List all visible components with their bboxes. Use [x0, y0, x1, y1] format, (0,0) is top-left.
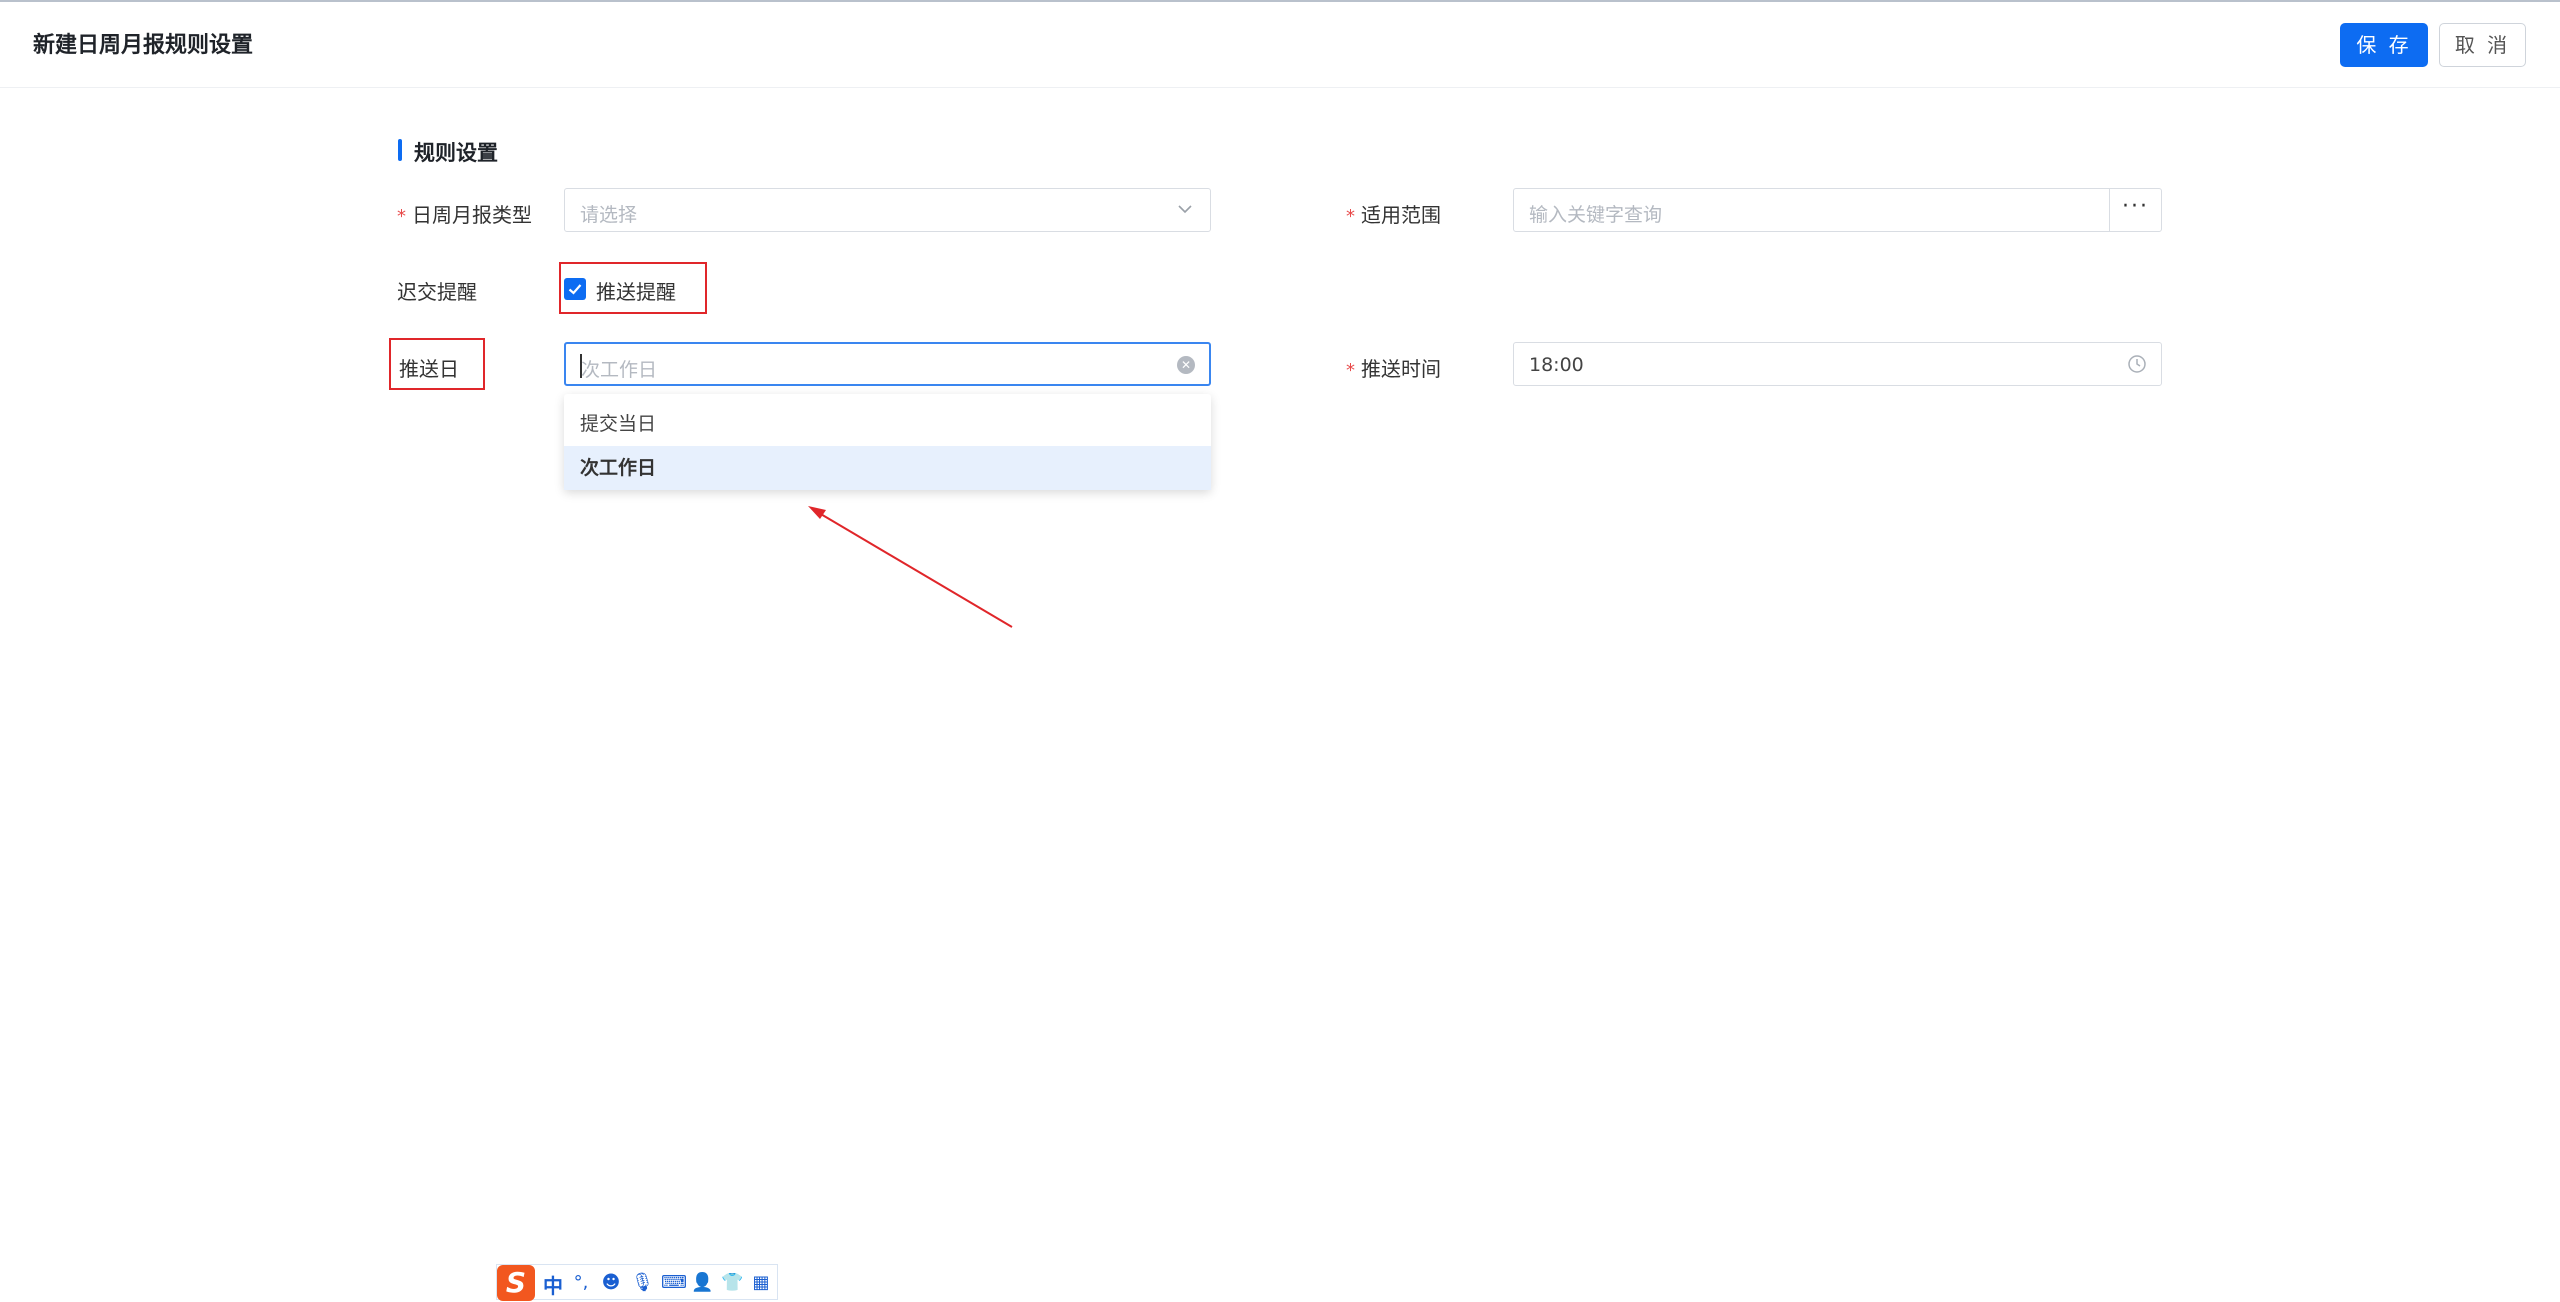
scope-search-input[interactable]: 输入关键字查询: [1513, 188, 2110, 232]
report-type-label: * 日周月报类型: [397, 199, 532, 228]
push-day-placeholder: 次工作日: [581, 359, 658, 381]
required-mark: *: [1346, 360, 1355, 381]
scope-label-text: 适用范围: [1361, 203, 1441, 227]
annotation-box-reminder: [559, 262, 707, 314]
push-day-select[interactable]: 次工作日 ✕: [564, 342, 1211, 386]
section-accent-bar: [398, 139, 402, 161]
apps-icon[interactable]: ▦: [751, 1274, 771, 1292]
report-type-select[interactable]: 请选择: [564, 188, 1211, 232]
required-mark: *: [1346, 206, 1355, 227]
push-time-label-text: 推送时间: [1361, 357, 1441, 381]
dropdown-option-next-workday[interactable]: 次工作日: [564, 446, 1211, 490]
more-options-button[interactable]: ···: [2109, 188, 2162, 232]
push-time-label: * 推送时间: [1346, 353, 1441, 382]
punctuation-icon[interactable]: °,: [571, 1274, 591, 1292]
push-time-value: 18:00: [1529, 354, 1584, 376]
annotation-box-push-day: [389, 338, 485, 390]
microphone-icon[interactable]: 🎙: [631, 1274, 654, 1292]
report-type-label-text: 日周月报类型: [412, 203, 532, 227]
save-button[interactable]: 保 存: [2340, 23, 2428, 67]
ime-mode-toggle[interactable]: 中: [543, 1270, 563, 1299]
late-reminder-label: 迟交提醒: [397, 280, 477, 304]
clock-icon: [2128, 355, 2146, 373]
chevron-down-icon: [1178, 205, 1192, 214]
ime-toolbar: S 中 °, ☻ 🎙 ⌨ 👤 👕 ▦: [496, 1264, 778, 1301]
ime-logo[interactable]: S: [497, 1265, 535, 1301]
push-time-picker[interactable]: 18:00: [1513, 342, 2162, 386]
annotation-arrow: [808, 506, 1013, 628]
report-type-placeholder: 请选择: [580, 204, 638, 226]
clear-icon[interactable]: ✕: [1177, 356, 1195, 374]
dropdown-option-submit-day[interactable]: 提交当日: [564, 402, 1211, 446]
scope-placeholder: 输入关键字查询: [1529, 204, 1663, 226]
scope-label: * 适用范围: [1346, 199, 1441, 228]
cancel-button[interactable]: 取 消: [2439, 23, 2526, 67]
section-title: 规则设置: [414, 141, 498, 165]
emoji-icon[interactable]: ☻: [601, 1274, 621, 1292]
page-title: 新建日周月报规则设置: [33, 33, 254, 58]
page-header: 新建日周月报规则设置 保 存 取 消: [0, 0, 2560, 88]
required-mark: *: [397, 206, 406, 227]
push-day-dropdown: 提交当日 次工作日: [564, 394, 1211, 490]
skin-icon[interactable]: 👕: [721, 1274, 743, 1292]
keyboard-icon[interactable]: ⌨: [661, 1274, 687, 1292]
user-icon[interactable]: 👤: [691, 1274, 713, 1292]
